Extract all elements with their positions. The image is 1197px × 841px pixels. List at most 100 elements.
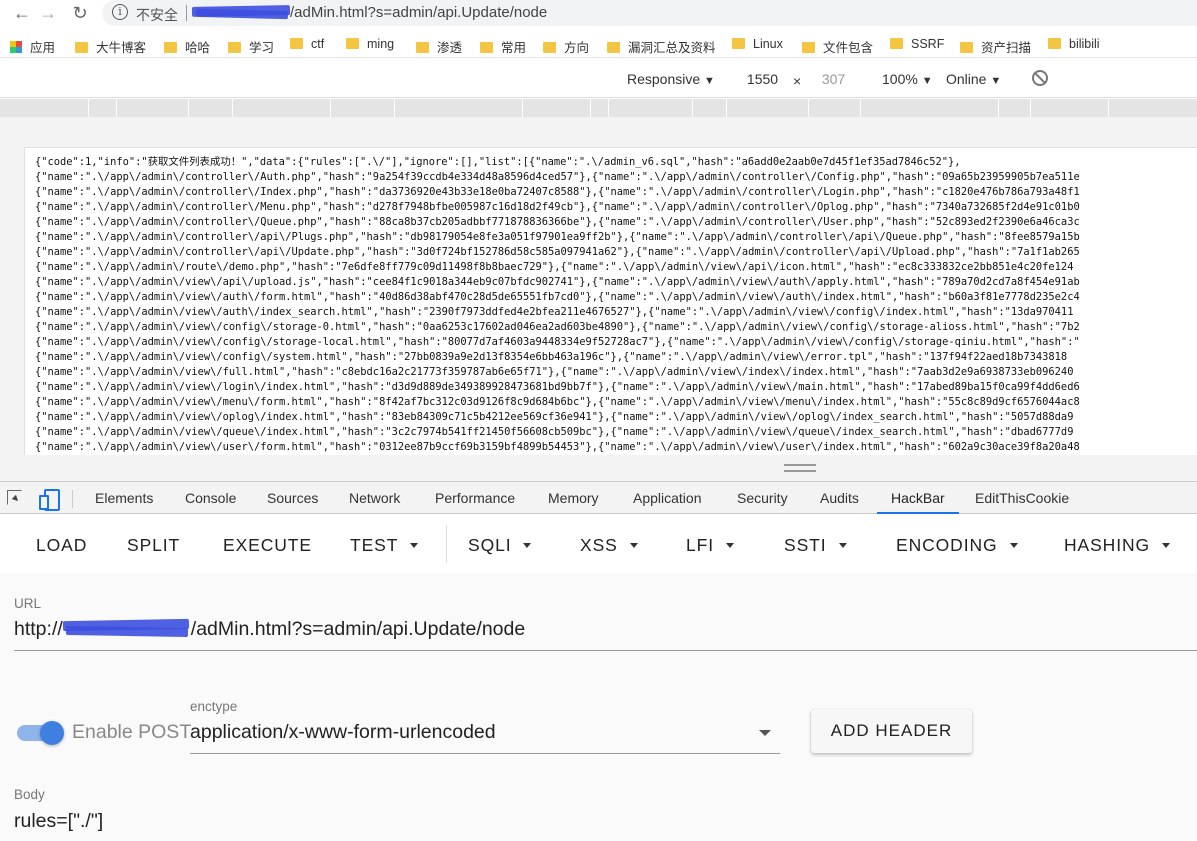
- tab-audits[interactable]: Audits: [820, 482, 859, 514]
- info-icon[interactable]: i: [112, 4, 128, 20]
- encoding-dropdown-button[interactable]: ENCODING: [896, 535, 1018, 556]
- bookmark-item[interactable]: 常用: [480, 37, 526, 56]
- device-width-input[interactable]: 1550: [735, 68, 790, 90]
- caret-down-icon: [726, 543, 734, 548]
- toolbar-divider: [446, 525, 447, 563]
- enctype-underline: [190, 753, 780, 754]
- caret-down-icon: [1162, 543, 1171, 548]
- folder-icon: [346, 38, 359, 49]
- folder-icon: [480, 42, 493, 53]
- tab-security[interactable]: Security: [737, 482, 788, 514]
- response-line: {"name":".\/app\/admin\/view\/login\/ind…: [35, 381, 1080, 393]
- hackbar-toolbar: LOAD SPLIT EXECUTE TEST SQLI XSS LFI SST…: [0, 515, 1197, 573]
- dropdown-triangle-icon: ▼: [921, 75, 933, 87]
- enctype-label: enctype: [190, 699, 238, 714]
- tab-performance[interactable]: Performance: [435, 482, 515, 514]
- redaction-scribble: [65, 625, 188, 638]
- folder-icon: [228, 42, 241, 53]
- forward-arrow-icon[interactable]: →: [36, 2, 60, 26]
- caret-down-icon: [523, 543, 532, 548]
- folder-icon: [543, 42, 556, 53]
- bookmark-item[interactable]: 漏洞汇总及资料: [607, 37, 716, 56]
- url-prefix: http://: [14, 618, 63, 640]
- viewport-resize-handle[interactable]: [784, 464, 816, 472]
- hashing-dropdown-button[interactable]: HASHING: [1064, 535, 1171, 556]
- insecure-label: 不安全: [136, 7, 178, 23]
- device-toolbar: Responsive ▼ 1550 × 307 100% ▼ Online ▼: [0, 60, 1197, 98]
- dimension-times: ×: [793, 73, 802, 89]
- response-line: {"name":".\/app\/admin\/view\/config\/st…: [35, 336, 1080, 348]
- zoom-dropdown[interactable]: 100% ▼: [882, 71, 933, 87]
- folder-icon: [290, 38, 303, 49]
- tab-hackbar[interactable]: HackBar: [877, 482, 959, 514]
- dropdown-triangle-icon: ▼: [704, 75, 715, 87]
- folder-icon: [416, 42, 429, 53]
- tab-sources[interactable]: Sources: [267, 482, 318, 514]
- enable-post-label: Enable POST: [72, 721, 192, 743]
- response-line: {"name":".\/app\/admin\/controller\/api\…: [35, 231, 1080, 243]
- hackbar-panel: [0, 573, 1197, 841]
- bookmark-item[interactable]: 文件包含: [802, 37, 873, 56]
- add-header-button[interactable]: ADD HEADER: [811, 709, 972, 753]
- url-field-underline: [14, 650, 1197, 651]
- caret-down-icon: [1009, 543, 1018, 548]
- device-height-input[interactable]: 307: [806, 68, 861, 90]
- sqli-dropdown-button[interactable]: SQLI: [468, 535, 532, 556]
- split-button[interactable]: SPLIT: [127, 535, 180, 556]
- caret-down-icon: [410, 543, 419, 548]
- bookmark-item[interactable]: Linux: [732, 37, 783, 51]
- response-line: {"name":".\/app\/admin\/view\/full.html"…: [35, 366, 1074, 378]
- device-toggle-icon[interactable]: [38, 489, 60, 511]
- bookmark-apps[interactable]: 应用: [10, 37, 55, 56]
- page-viewport[interactable]: {"code":1,"info":"获取文件列表成功！","data":{"ru…: [24, 147, 1197, 455]
- lfi-dropdown-button[interactable]: LFI: [686, 535, 734, 556]
- body-field[interactable]: rules=["./"]: [14, 810, 103, 833]
- bookmark-item[interactable]: 学习: [228, 37, 274, 56]
- bookmark-item[interactable]: 资产扫描: [960, 37, 1031, 56]
- response-line: {"name":".\/app\/admin\/view\/menu\/form…: [35, 396, 1080, 408]
- bookmark-item[interactable]: SSRF: [890, 37, 944, 51]
- tab-elements[interactable]: Elements: [95, 482, 153, 514]
- tab-application[interactable]: Application: [633, 482, 702, 514]
- devtools-tab-strip: Elements Console Sources Network Perform…: [0, 481, 1197, 514]
- folder-icon: [607, 42, 620, 53]
- select-caret-down-icon[interactable]: [759, 730, 771, 736]
- xss-dropdown-button[interactable]: XSS: [580, 535, 638, 556]
- bookmark-item[interactable]: ctf: [290, 37, 324, 51]
- ssti-dropdown-button[interactable]: SSTI: [784, 535, 847, 556]
- network-throttle-dropdown[interactable]: Online ▼: [946, 71, 1001, 87]
- omnibox-separator: [186, 5, 187, 21]
- omnibox[interactable]: i 不安全 /adMin.html?s=admin/api.Update/nod…: [102, 0, 1197, 26]
- bookmark-item[interactable]: bilibili: [1048, 37, 1100, 51]
- response-line: {"name":".\/app\/admin\/controller\/Menu…: [35, 201, 1080, 213]
- inspect-element-icon[interactable]: [7, 490, 22, 505]
- rotate-icon[interactable]: [1032, 70, 1048, 86]
- response-line: {"name":".\/app\/admin\/view\/auth\/form…: [35, 291, 1080, 303]
- body-field-label: Body: [14, 787, 45, 802]
- enable-post-toggle[interactable]: [40, 721, 64, 745]
- bookmark-item[interactable]: 哈哈: [164, 37, 210, 56]
- tab-network[interactable]: Network: [349, 482, 400, 514]
- redaction-scribble: [195, 8, 289, 20]
- tab-editthiscookie[interactable]: EditThisCookie: [975, 482, 1069, 514]
- test-dropdown-button[interactable]: TEST: [350, 535, 419, 556]
- address-url-path: /adMin.html?s=admin/api.Update/node: [290, 4, 548, 21]
- url-field[interactable]: http:// /adMin.html?s=admin/api.Update/n…: [14, 618, 525, 641]
- responsive-dropdown[interactable]: Responsive ▼: [627, 71, 715, 87]
- folder-icon: [75, 42, 88, 53]
- enctype-select[interactable]: application/x-www-form-urlencoded: [190, 721, 496, 744]
- execute-button[interactable]: EXECUTE: [223, 535, 312, 556]
- bookmark-item[interactable]: 渗透: [416, 37, 462, 56]
- tab-console[interactable]: Console: [185, 482, 236, 514]
- response-line: {"name":".\/app\/admin\/view\/oplog\/ind…: [35, 411, 1074, 423]
- folder-icon: [732, 38, 745, 49]
- reload-icon[interactable]: ↻: [68, 2, 92, 26]
- back-arrow-icon[interactable]: ←: [10, 2, 34, 26]
- response-line: {"name":".\/app\/admin\/controller\/api\…: [35, 246, 1080, 258]
- bookmark-item[interactable]: 大牛博客: [75, 37, 146, 56]
- bookmark-item[interactable]: 方向: [543, 37, 589, 56]
- bookmark-item[interactable]: ming: [346, 37, 394, 51]
- response-line: {"name":".\/app\/admin\/view\/api\/uploa…: [35, 276, 1080, 288]
- tab-memory[interactable]: Memory: [548, 482, 599, 514]
- load-button[interactable]: LOAD: [36, 535, 87, 556]
